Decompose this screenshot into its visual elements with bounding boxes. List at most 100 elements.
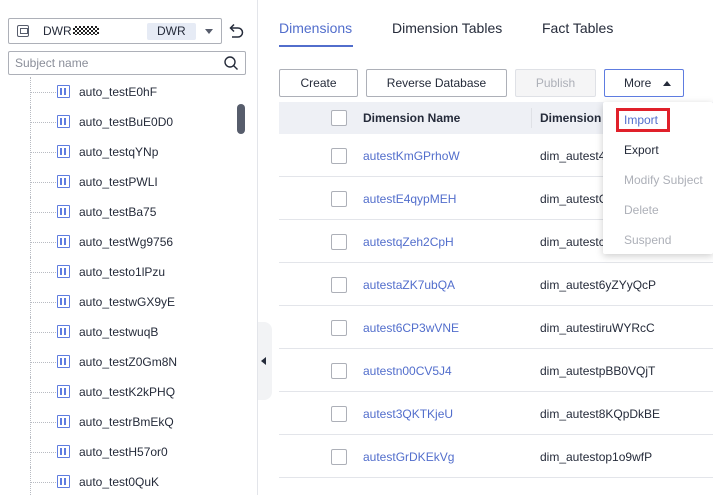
tree-item[interactable]: auto_testZ0Gm8N bbox=[0, 347, 236, 377]
back-button[interactable] bbox=[226, 20, 246, 42]
menu-item-import[interactable]: Import bbox=[603, 105, 713, 135]
redaction-mask bbox=[72, 26, 99, 35]
tree-guide bbox=[30, 332, 56, 333]
row-checkbox[interactable] bbox=[331, 277, 347, 293]
dimension-name-link[interactable]: autestGrDKEkVg bbox=[363, 450, 454, 464]
tree-guide bbox=[30, 302, 56, 303]
tree-item[interactable]: auto_testH57or0 bbox=[0, 437, 236, 467]
table-icon bbox=[57, 235, 70, 248]
reverse-database-button[interactable]: Reverse Database bbox=[366, 69, 507, 97]
tree-item[interactable]: auto_testrBmEkQ bbox=[0, 407, 236, 437]
row-checkbox[interactable] bbox=[331, 363, 347, 379]
collapse-sidebar-toggle[interactable] bbox=[258, 322, 272, 400]
menu-item-delete[interactable]: Delete bbox=[603, 195, 713, 225]
workspace-select[interactable]: DWR DWR bbox=[8, 18, 222, 44]
publish-button[interactable]: Publish bbox=[515, 69, 596, 97]
subject-search-input[interactable] bbox=[9, 52, 209, 74]
row-checkbox[interactable] bbox=[331, 191, 347, 207]
tree-guide bbox=[30, 152, 56, 153]
tree-guide bbox=[30, 92, 56, 93]
tree-item-label: auto_testwuqB bbox=[79, 325, 159, 339]
table-row: autest3QKTKjeU dim_autest8KQpDkBE bbox=[279, 392, 713, 435]
search-icon[interactable] bbox=[223, 55, 239, 71]
dimension-table-cell: dim_autestpBB0VQjT bbox=[540, 364, 656, 378]
tree-item[interactable]: auto_testE0hF bbox=[0, 77, 236, 107]
tree-guide bbox=[30, 242, 56, 243]
tree-item[interactable]: auto_testBuE0D0 bbox=[0, 107, 236, 137]
row-checkbox[interactable] bbox=[331, 406, 347, 422]
workspace-name: DWR bbox=[43, 24, 72, 38]
table-row: autestGrDKEkVg dim_autestop1o9wfP bbox=[279, 435, 713, 478]
tree-guide bbox=[30, 392, 56, 393]
dimension-name-link[interactable]: autestKmGPrhoW bbox=[363, 149, 460, 163]
tree-item[interactable]: auto_testWg9756 bbox=[0, 227, 236, 257]
table-icon bbox=[57, 385, 70, 398]
tree-item[interactable]: auto_testwuqB bbox=[0, 317, 236, 347]
table-icon bbox=[57, 325, 70, 338]
tree-item-label: auto_testZ0Gm8N bbox=[79, 355, 178, 369]
active-tab-indicator bbox=[279, 45, 353, 47]
dimension-table-cell: dim_autestiruWYRcC bbox=[540, 321, 655, 335]
dimension-name-link[interactable]: autest3QKTKjeU bbox=[363, 407, 453, 421]
tree-item[interactable]: auto_testPWLI bbox=[0, 167, 236, 197]
table-icon bbox=[57, 265, 70, 278]
menu-item-label: Export bbox=[624, 143, 659, 157]
more-button[interactable]: More bbox=[604, 69, 684, 97]
table-row: autestn00CV5J4 dim_autestpBB0VQjT bbox=[279, 349, 713, 392]
tree-item-label: auto_testK2kPHQ bbox=[79, 385, 176, 399]
row-checkbox[interactable] bbox=[331, 449, 347, 465]
tree-item[interactable]: auto_testK2kPHQ bbox=[0, 377, 236, 407]
subject-tree: auto_testE0hF auto_testBuE0D0 auto_testq… bbox=[0, 77, 236, 495]
tree-item[interactable]: auto_test0QuK bbox=[0, 467, 236, 495]
undo-icon bbox=[229, 23, 244, 38]
tree-item[interactable]: auto_testwGX9yE bbox=[0, 287, 236, 317]
tree-item[interactable]: auto_testo1lPzu bbox=[0, 257, 236, 287]
menu-item-label: Suspend bbox=[624, 233, 672, 247]
tree-item-label: auto_testwGX9yE bbox=[79, 295, 176, 309]
dimension-table-cell: dim_autest8KQpDkBE bbox=[540, 407, 661, 421]
tree-guide bbox=[30, 212, 56, 213]
tab-dimension-tables[interactable]: Dimension Tables bbox=[392, 20, 502, 36]
workspace-icon bbox=[17, 25, 29, 37]
chevron-down-icon bbox=[205, 29, 213, 34]
dimension-name-link[interactable]: autestqZeh2CpH bbox=[363, 235, 454, 249]
tree-item-label: auto_testBa75 bbox=[79, 205, 157, 219]
menu-item-suspend[interactable]: Suspend bbox=[603, 225, 713, 255]
table-icon bbox=[57, 475, 70, 488]
table-icon bbox=[57, 415, 70, 428]
table-row: autest6CP3wVNE dim_autestiruWYRcC bbox=[279, 306, 713, 349]
menu-item-label: Import bbox=[624, 113, 659, 127]
tree-item-label: auto_testrBmEkQ bbox=[79, 415, 174, 429]
tree-guide bbox=[30, 362, 56, 363]
tree-guide bbox=[30, 452, 56, 453]
table-row: autestaZK7ubQA dim_autest6yZYyQcP bbox=[279, 263, 713, 306]
dimension-name-link[interactable]: autestE4qypMEH bbox=[363, 192, 456, 206]
create-button[interactable]: Create bbox=[279, 69, 358, 97]
dimension-table-cell: dim_autest4 bbox=[540, 149, 606, 163]
subject-search[interactable] bbox=[8, 51, 246, 75]
row-checkbox[interactable] bbox=[331, 148, 347, 164]
tree-item-label: auto_testBuE0D0 bbox=[79, 115, 174, 129]
sidebar-scrollbar[interactable] bbox=[237, 104, 245, 134]
table-icon bbox=[57, 445, 70, 458]
column-header-name: Dimension Name bbox=[363, 111, 461, 125]
tab-fact-tables[interactable]: Fact Tables bbox=[542, 20, 613, 36]
tree-item-label: auto_testWg9756 bbox=[79, 235, 174, 249]
dimension-name-link[interactable]: autestn00CV5J4 bbox=[363, 364, 452, 378]
dimension-name-link[interactable]: autest6CP3wVNE bbox=[363, 321, 459, 335]
row-checkbox[interactable] bbox=[331, 320, 347, 336]
dimension-name-link[interactable]: autestaZK7ubQA bbox=[363, 278, 455, 292]
tab-dimensions[interactable]: Dimensions bbox=[279, 20, 352, 36]
table-icon bbox=[57, 85, 70, 98]
tree-item-label: auto_testo1lPzu bbox=[79, 265, 166, 279]
select-all-checkbox[interactable] bbox=[331, 110, 347, 126]
tree-item-label: auto_testPWLI bbox=[79, 175, 158, 189]
dimension-table-cell: dim_autestop1o9wfP bbox=[540, 450, 653, 464]
menu-item-modify-subject[interactable]: Modify Subject bbox=[603, 165, 713, 195]
tree-guide bbox=[30, 182, 56, 183]
row-checkbox[interactable] bbox=[331, 234, 347, 250]
menu-item-export[interactable]: Export bbox=[603, 135, 713, 165]
dimension-table-cell: dim_autest6yZYyQcP bbox=[540, 278, 657, 292]
tree-item[interactable]: auto_testBa75 bbox=[0, 197, 236, 227]
tree-item[interactable]: auto_testqYNp bbox=[0, 137, 236, 167]
